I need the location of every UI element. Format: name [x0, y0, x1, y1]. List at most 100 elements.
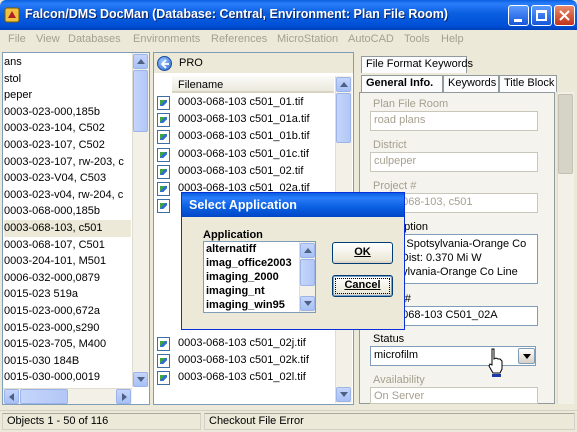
tree-item[interactable]: ans	[4, 54, 131, 71]
plan-file-room-field[interactable]: road plans	[370, 111, 538, 131]
availability-field[interactable]: On Server	[370, 387, 538, 404]
menu-autocad[interactable]: AutoCAD	[348, 33, 394, 45]
status-select[interactable]: microfilm	[370, 346, 536, 366]
tree-item[interactable]: 0015-030 184B	[4, 353, 131, 370]
application-option[interactable]: alternatiff	[206, 243, 256, 255]
tab-keywords[interactable]: Keywords	[443, 75, 499, 92]
application-scroll-up-button[interactable]	[300, 243, 315, 258]
menu-file[interactable]: File	[8, 33, 26, 45]
tree-item[interactable]: 0015-030-000,0019	[4, 369, 131, 386]
file-row[interactable]: 0003-068-103 c501_01c.tif	[157, 147, 335, 164]
tree-scroll-left-button[interactable]	[4, 389, 19, 404]
tree-item[interactable]: 0003-023-107, rw-203, c	[4, 154, 131, 171]
file-name: 0003-068-103 c501_01b.tif	[178, 130, 310, 143]
image-file-icon	[157, 130, 170, 145]
application-scroll-down-button[interactable]	[300, 296, 315, 311]
district-field[interactable]: culpeper	[370, 152, 538, 172]
back-button[interactable]	[157, 56, 172, 71]
application-option[interactable]: imaging_2000	[206, 271, 279, 283]
status-message: Checkout File Error	[204, 413, 575, 430]
tab-file-format-keywords[interactable]: File Format Keywords	[361, 56, 473, 73]
cancel-button[interactable]: Cancel	[332, 275, 393, 297]
menu-help[interactable]: Help	[441, 33, 464, 45]
files-scroll-thumb[interactable]	[336, 93, 351, 143]
file-name: 0003-068-103 c501_02l.tif	[178, 371, 306, 384]
close-button[interactable]	[554, 5, 575, 26]
availability-label: Availability	[373, 374, 425, 386]
project-label: Project #	[373, 180, 417, 192]
menu-environments[interactable]: Environments	[133, 33, 200, 45]
file-row[interactable]: 0003-068-103 c501_02j.tif	[157, 336, 335, 353]
menu-microstation[interactable]: MicroStation	[277, 33, 338, 45]
filename-column-label: Filename	[178, 79, 224, 91]
image-file-icon	[157, 147, 170, 162]
tree-item[interactable]: 0015-023-000,672a	[4, 303, 131, 320]
tree-item[interactable]: 0015-023 519a	[4, 286, 131, 303]
file-row[interactable]: 0003-068-103 c501_02.tif	[157, 164, 335, 181]
tab-general-info[interactable]: General Info.	[361, 75, 443, 92]
minimize-button[interactable]	[508, 5, 529, 26]
file-row[interactable]: 0003-068-103 c501_01a.tif	[157, 112, 335, 129]
image-file-icon	[157, 113, 170, 128]
application-label: Application	[203, 229, 263, 241]
image-file-icon	[157, 96, 170, 110]
cancel-button-label: Cancel	[344, 279, 381, 291]
image-file-icon	[157, 199, 170, 214]
tree-item[interactable]: 0003-023-v04, rw-204, c	[4, 187, 131, 204]
file-name: 0003-068-103 c501_01.tif	[178, 96, 304, 108]
tree-item[interactable]: stol	[4, 71, 131, 88]
application-option[interactable]: imag_office2003	[206, 257, 292, 269]
files-scroll-up-button[interactable]	[336, 77, 351, 92]
tree-item[interactable]: 0003-023-104, C502	[4, 120, 131, 137]
ok-button-label: OK	[354, 246, 371, 258]
tree-item[interactable]: 0003-204-101, M501	[4, 253, 131, 270]
dialog-title: Select Application	[189, 198, 297, 212]
tree-scroll-thumb[interactable]	[133, 70, 148, 132]
menu-databases[interactable]: Databases	[68, 33, 121, 45]
menu-tools[interactable]: Tools	[404, 33, 430, 45]
back-arrow-icon	[160, 59, 169, 69]
ok-button[interactable]: OK	[332, 242, 393, 264]
tree-item[interactable]: 0003-068-000,185b	[4, 203, 131, 220]
file-row[interactable]: 0003-068-103 c501_01b.tif	[157, 129, 335, 146]
tree-item[interactable]: 0015-023-000,s290	[4, 320, 131, 337]
image-file-icon	[157, 371, 170, 386]
image-file-icon	[157, 164, 170, 179]
menu-view[interactable]: View	[36, 33, 60, 45]
file-name: 0003-068-103 c501_01c.tif	[178, 147, 309, 160]
application-option[interactable]: imaging_nt	[206, 285, 265, 297]
file-row[interactable]: 0003-068-103 c501_02k.tif	[157, 353, 335, 370]
application-option[interactable]: imaging_win95	[206, 299, 285, 311]
application-scroll-thumb[interactable]	[300, 259, 315, 286]
image-file-icon	[157, 336, 170, 351]
plan-file-room-label: Plan File Room	[373, 98, 449, 110]
tree-hscroll-thumb[interactable]	[20, 389, 68, 404]
maximize-button[interactable]	[531, 5, 552, 26]
hand-cursor-icon	[488, 348, 503, 377]
tree-scroll-up-button[interactable]	[133, 54, 148, 69]
close-icon	[559, 10, 570, 21]
tree-item[interactable]: 0003-023-000,185b	[4, 104, 131, 121]
image-file-icon	[157, 354, 170, 368]
tree-item[interactable]: 0015-023-705, M400	[4, 336, 131, 353]
details-scroll-thumb[interactable]	[558, 94, 573, 174]
file-row[interactable]: 0003-068-103 c501_02l.tif	[157, 370, 335, 387]
tree-item[interactable]: peper	[4, 87, 131, 104]
tree-item[interactable]: 0003-068-107, C501	[4, 237, 131, 254]
district-label: District	[373, 139, 407, 151]
tree-item[interactable]: 0006-032-000,0879	[4, 270, 131, 287]
file-name: 0003-068-103 c501_02k.tif	[178, 354, 309, 366]
tree-scroll-down-button[interactable]	[133, 372, 148, 387]
window-title: Falcon/DMS DocMan (Database: Central, En…	[25, 7, 448, 21]
files-scroll-down-button[interactable]	[336, 387, 351, 402]
menu-references[interactable]: References	[211, 33, 267, 45]
file-name: 0003-068-103 c501_01a.tif	[178, 113, 310, 126]
status-dropdown-button[interactable]	[518, 348, 535, 364]
file-row[interactable]: 0003-068-103 c501_01.tif	[157, 95, 335, 112]
tree-item[interactable]: 0003-068-103, c501	[4, 220, 131, 237]
tree-item[interactable]: 0003-023-V04, C503	[4, 170, 131, 187]
tab-title-block[interactable]: Title Block	[499, 75, 557, 92]
objects-count: Objects 1 - 50 of 116	[2, 413, 201, 430]
tree-item[interactable]: 0003-023-107, C502	[4, 137, 131, 154]
tree-scroll-right-button[interactable]	[116, 389, 131, 404]
